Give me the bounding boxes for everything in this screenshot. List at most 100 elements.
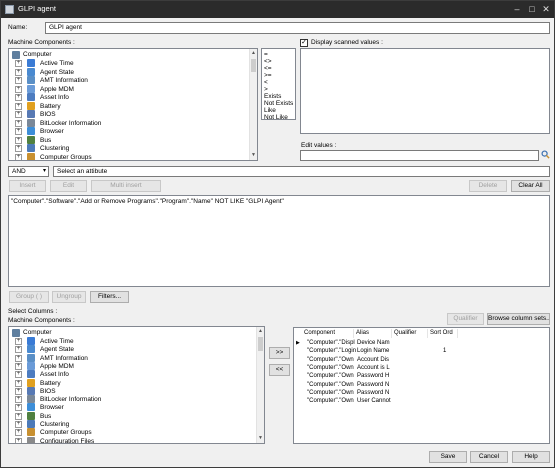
display-scanned-checkbox[interactable]: ✓ [300, 39, 308, 47]
grid-cell-sort[interactable] [437, 397, 457, 405]
clear-all-button[interactable]: Clear All [511, 180, 550, 192]
expand-icon[interactable]: + [15, 145, 22, 152]
cancel-button[interactable]: Cancel [470, 451, 508, 463]
expand-icon[interactable]: + [15, 412, 22, 420]
expand-icon[interactable]: + [15, 338, 22, 345]
expand-icon[interactable]: + [15, 346, 22, 354]
grid-cell-alias[interactable]: Login Name [356, 347, 392, 355]
grid-cell-alias[interactable]: Password N [356, 381, 392, 389]
maximize-icon[interactable]: □ [525, 2, 539, 16]
grid-cell-qualifier[interactable] [395, 372, 429, 380]
grid-cell-component[interactable]: "Computer"."Own [306, 364, 356, 372]
grid-row[interactable]: "Computer"."Own Password H [294, 372, 454, 380]
attribute-select[interactable]: Select an attibute [53, 166, 550, 177]
grid-cell-alias[interactable]: Device Nam [356, 339, 392, 347]
expand-icon[interactable]: + [15, 404, 22, 412]
machine-components-tree[interactable]: Computer + Active Time + Agent State + AMT Inf… [8, 48, 258, 161]
edit-values-input[interactable] [300, 150, 539, 161]
grid-row[interactable]: "Computer"."Own User Cannot [294, 397, 454, 405]
expand-icon[interactable]: + [15, 153, 22, 160]
expand-icon[interactable]: + [15, 111, 22, 118]
name-input[interactable]: GLPI agent [45, 22, 550, 34]
scroll-up-icon[interactable]: ▲ [257, 327, 264, 336]
operator-item[interactable]: >= [264, 72, 272, 79]
grid-row[interactable]: "Computer"."Own Password N [294, 381, 454, 389]
grid-cell-alias[interactable]: Account Dis [356, 356, 392, 364]
save-button[interactable]: Save [429, 451, 467, 463]
operator-item[interactable]: < [264, 79, 268, 86]
expand-icon[interactable]: + [15, 77, 22, 84]
browse-column-sets-button[interactable]: Browse column sets... [487, 313, 550, 325]
grid-cell-alias[interactable]: Password N [356, 389, 392, 397]
grid-cell-qualifier[interactable] [395, 339, 429, 347]
grid-cell-qualifier[interactable] [395, 389, 429, 397]
column-header[interactable]: Alias [354, 329, 392, 338]
group-button[interactable]: Group ( ) [9, 291, 49, 303]
close-icon[interactable]: ✕ [539, 2, 553, 16]
operator-item[interactable]: = [264, 51, 268, 58]
query-text[interactable]: "Computer"."Software"."Add or Remove Pro… [11, 198, 284, 205]
grid-row[interactable]: ▶ "Computer"."Displ Device Nam [294, 339, 454, 347]
grid-cell-component[interactable]: "Computer"."Displ [306, 339, 356, 347]
grid-cell-component[interactable]: "Computer"."Own [306, 372, 356, 380]
operator-item[interactable]: > [264, 86, 268, 93]
help-button[interactable]: Help [512, 451, 550, 463]
grid-cell-sort[interactable]: 1 [437, 347, 457, 355]
multi-insert-button[interactable]: Multi insert [91, 180, 161, 192]
operator-item[interactable]: Like [264, 107, 276, 114]
vertical-scrollbar[interactable]: ▲ ▼ [256, 327, 264, 443]
vertical-scrollbar[interactable]: ▲ ▼ [249, 49, 257, 160]
operator-item[interactable]: Not Like [264, 114, 288, 119]
grid-cell-alias[interactable]: Account is L [356, 364, 392, 372]
expand-icon[interactable]: + [15, 102, 22, 110]
operator-item[interactable]: <= [264, 65, 272, 72]
ungroup-button[interactable]: Ungroup [52, 291, 86, 303]
title-bar[interactable]: GLPI agent – □ ✕ [1, 1, 554, 18]
grid-cell-alias[interactable]: User Cannot [356, 397, 392, 405]
minimize-icon[interactable]: – [510, 2, 524, 16]
columns-grid[interactable]: Component Alias Qualifier Sort Ord ▶ "Compute… [293, 327, 550, 444]
column-components-tree[interactable]: Computer + Active Time + Agent State + AMT Inf… [8, 326, 265, 444]
component-tree-item[interactable]: + Computer Groups [9, 152, 239, 160]
search-icon[interactable] [541, 150, 550, 159]
grid-cell-sort[interactable] [437, 381, 457, 389]
expand-icon[interactable]: + [15, 429, 22, 437]
expand-icon[interactable]: + [15, 362, 22, 370]
delete-button[interactable]: Delete [469, 180, 507, 192]
grid-row[interactable]: "Computer"."Own Password N [294, 389, 454, 397]
expand-icon[interactable]: + [15, 68, 22, 76]
operators-list[interactable]: = <> <= >= < > Exists Not Exists Like Not Like [261, 48, 296, 120]
expand-icon[interactable]: + [15, 119, 22, 127]
operator-item[interactable]: <> [264, 58, 272, 65]
column-header[interactable]: Qualifier [392, 329, 428, 338]
column-tree-item[interactable]: + Configuration Files [9, 436, 239, 443]
grid-cell-sort[interactable] [437, 364, 457, 372]
grid-cell-qualifier[interactable] [395, 381, 429, 389]
grid-row[interactable]: "Computer"."Own Account Dis [294, 356, 454, 364]
expand-icon[interactable]: + [15, 379, 22, 387]
expand-icon[interactable]: + [15, 60, 22, 67]
scroll-up-icon[interactable]: ▲ [250, 49, 257, 58]
remove-column-button[interactable]: << [269, 364, 290, 376]
grid-cell-sort[interactable] [437, 356, 457, 364]
operator-item[interactable]: Not Exists [264, 100, 293, 107]
scroll-down-icon[interactable]: ▼ [250, 151, 257, 160]
operator-item[interactable]: Exists [264, 93, 281, 100]
expand-icon[interactable]: + [15, 94, 22, 101]
logic-select[interactable]: AND ▾ [8, 166, 49, 177]
grid-cell-component[interactable]: "Computer"."Own [306, 397, 356, 405]
grid-cell-component[interactable]: "Computer"."Own [306, 381, 356, 389]
add-column-button[interactable]: >> [269, 347, 290, 359]
expand-icon[interactable]: + [15, 354, 22, 362]
expand-icon[interactable]: + [15, 396, 22, 404]
grid-cell-sort[interactable] [437, 372, 457, 380]
qualifier-button[interactable]: Qualifier [447, 313, 484, 325]
scanned-values-list[interactable] [300, 48, 550, 134]
query-box[interactable]: "Computer"."Software"."Add or Remove Pro… [8, 195, 550, 287]
grid-row[interactable]: "Computer"."Login Login Name 1 [294, 347, 454, 355]
expand-icon[interactable]: + [15, 421, 22, 428]
filters-button[interactable]: Filters... [90, 291, 129, 303]
grid-cell-qualifier[interactable] [395, 356, 429, 364]
scroll-thumb[interactable] [251, 59, 256, 72]
expand-icon[interactable]: + [15, 437, 22, 443]
